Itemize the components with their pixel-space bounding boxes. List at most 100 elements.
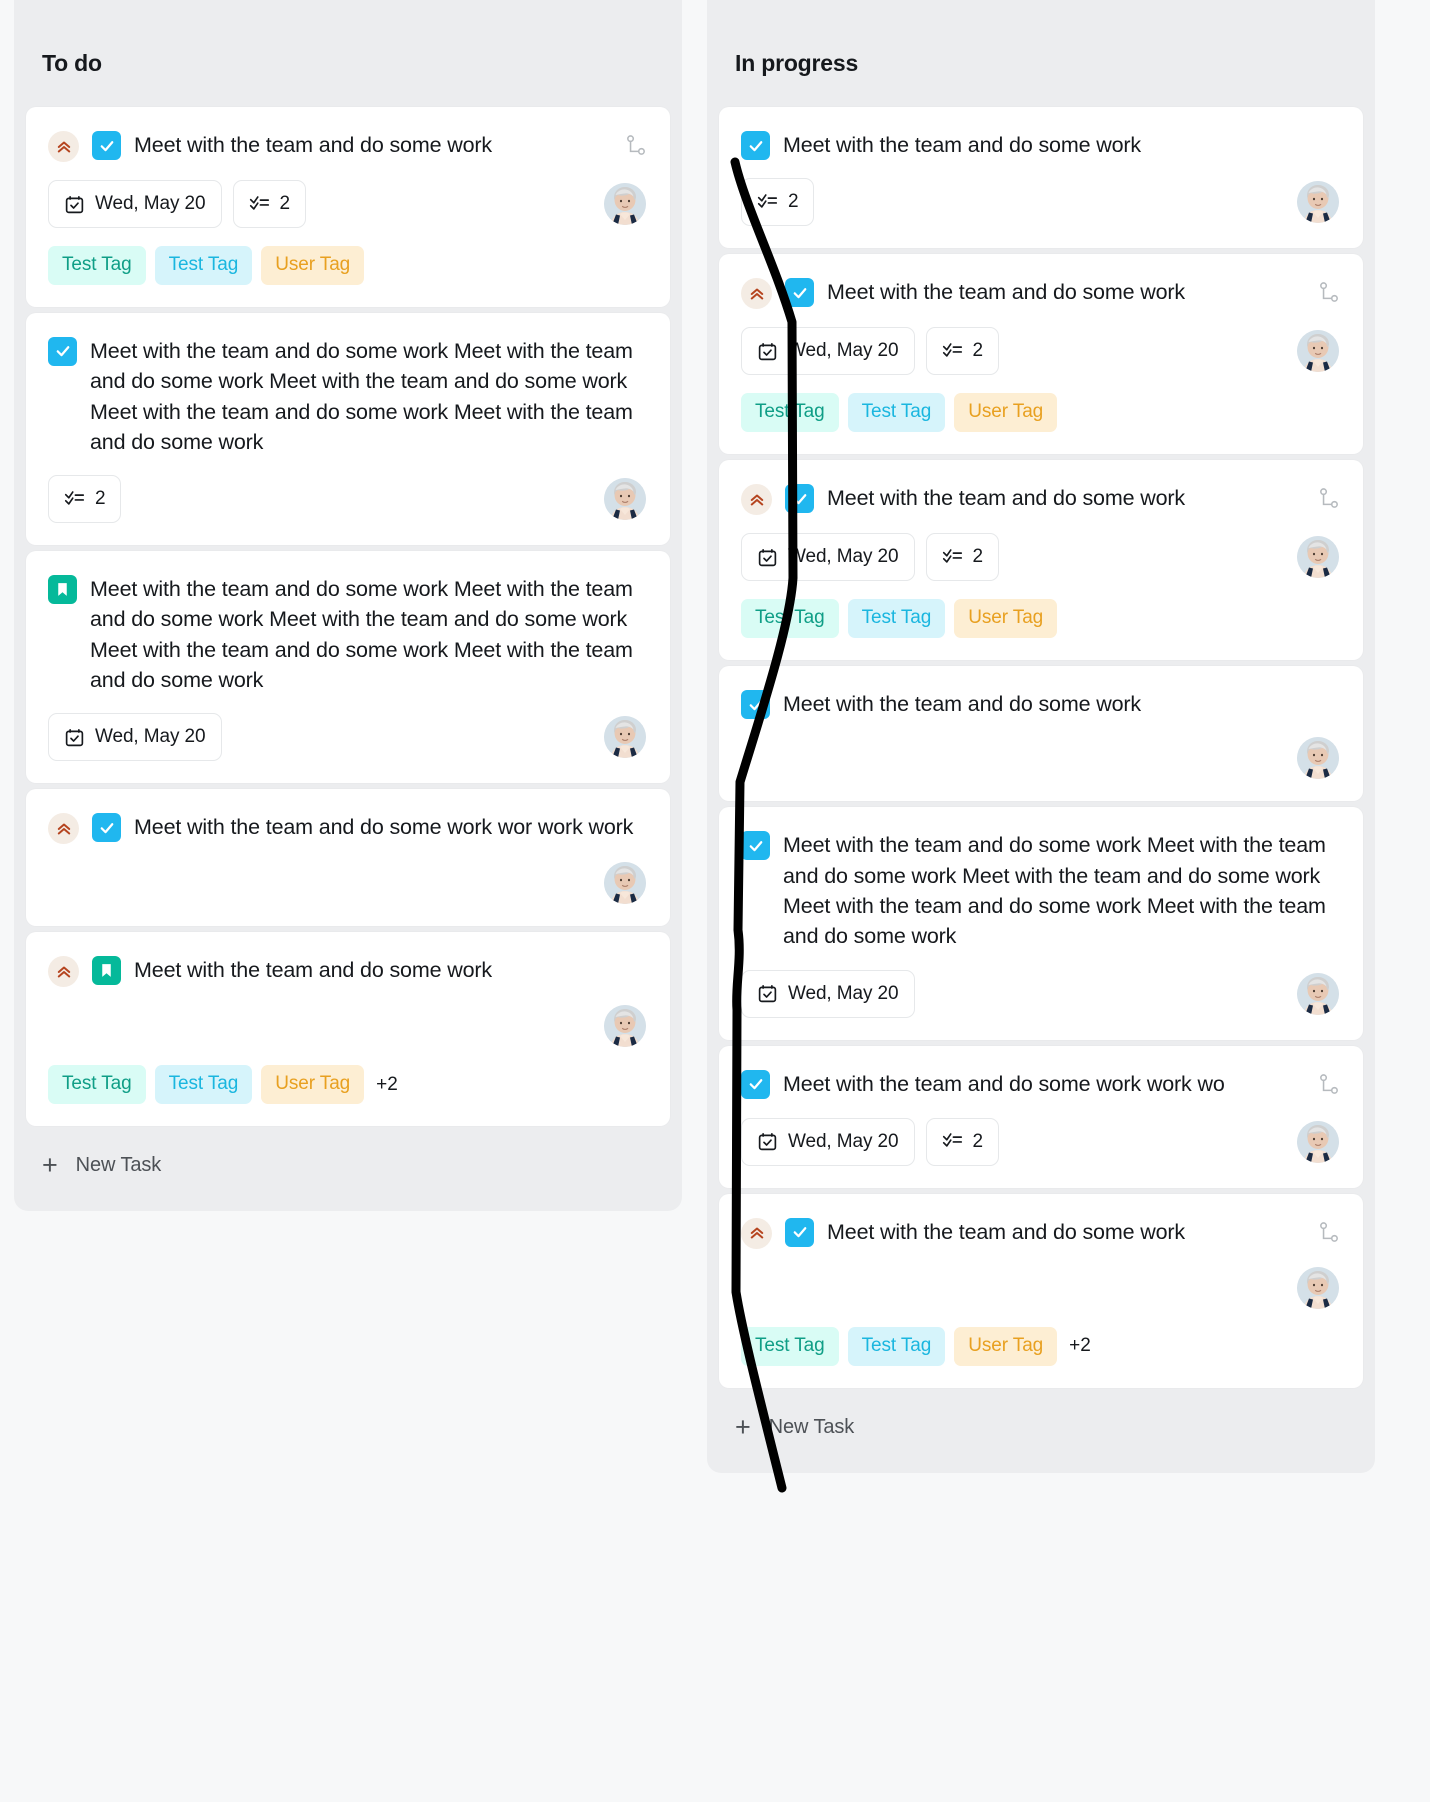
task-card[interactable]: Meet with the team and do some work Wed,… <box>719 460 1363 661</box>
new-task-button[interactable]: + New Task <box>707 1388 1375 1473</box>
due-date-chip[interactable]: Wed, May 20 <box>48 180 222 228</box>
checkbox-checked-icon[interactable] <box>785 278 814 308</box>
checklist-icon <box>249 194 270 215</box>
task-card[interactable]: Meet with the team and do some work Wed,… <box>26 107 670 307</box>
avatar[interactable] <box>604 1005 646 1048</box>
task-card[interactable]: Meet with the team and do some work 2 <box>719 107 1363 249</box>
due-date-label: Wed, May 20 <box>95 726 206 748</box>
task-card[interactable]: Meet with the team and do some work wor … <box>26 789 670 927</box>
due-date-chip[interactable]: Wed, May 20 <box>741 969 915 1018</box>
calendar-icon <box>64 727 85 748</box>
task-card[interactable]: Meet with the team and do some work Test… <box>26 932 670 1127</box>
new-task-button[interactable]: + New Task <box>14 1126 682 1211</box>
checkbox-checked-icon[interactable] <box>785 1217 814 1247</box>
card-avatar-row <box>48 862 646 905</box>
avatar[interactable] <box>604 478 646 521</box>
avatar[interactable] <box>604 183 646 225</box>
avatar[interactable] <box>604 716 646 759</box>
checklist-chip[interactable]: 2 <box>925 327 999 376</box>
task-card[interactable]: Meet with the team and do some work Test… <box>719 1193 1363 1388</box>
tag[interactable]: Test Tag <box>741 393 839 433</box>
checkbox-checked-icon[interactable] <box>741 131 770 160</box>
avatar[interactable] <box>604 862 646 905</box>
checkbox-checked-icon[interactable] <box>741 831 770 861</box>
card-list: Meet with the team and do some work Wed,… <box>14 107 682 1127</box>
card-meta-row: Wed, May 20 2 <box>741 533 1339 582</box>
due-date-chip[interactable]: Wed, May 20 <box>48 713 222 762</box>
calendar-icon <box>757 547 778 568</box>
new-task-label: New Task <box>75 1154 162 1177</box>
tag[interactable]: User Tag <box>954 393 1058 433</box>
due-date-chip[interactable]: Wed, May 20 <box>741 327 915 376</box>
card-meta-row: Wed, May 20 <box>48 713 646 762</box>
card-meta-row: Wed, May 20 <box>741 969 1339 1018</box>
bookmark-icon[interactable] <box>48 575 77 605</box>
card-title-row: Meet with the team and do some work <box>741 1216 1339 1249</box>
tag[interactable]: Test Tag <box>741 599 839 639</box>
subtask-branch-icon[interactable] <box>1319 1073 1339 1100</box>
avatar[interactable] <box>1297 1266 1339 1309</box>
task-card[interactable]: Meet with the team and do some work work… <box>719 1045 1363 1188</box>
tag[interactable]: User Tag <box>954 599 1058 639</box>
tags-overflow-count[interactable]: +2 <box>1069 1335 1091 1357</box>
checklist-count: 2 <box>279 193 291 214</box>
tag[interactable]: Test Tag <box>154 1065 253 1105</box>
column-in-progress: In progress Meet with the team and do so… <box>707 0 1375 1473</box>
tag[interactable]: Test Tag <box>48 246 146 285</box>
card-tags: Test Tag Test Tag User Tag <box>741 393 1339 433</box>
checkbox-checked-icon[interactable] <box>741 690 770 720</box>
task-card[interactable]: Meet with the team and do some work Meet… <box>26 551 670 784</box>
subtask-branch-icon[interactable] <box>1319 488 1339 514</box>
tag[interactable]: Test Tag <box>847 599 946 639</box>
tag[interactable]: Test Tag <box>847 393 946 433</box>
due-date-chip[interactable]: Wed, May 20 <box>741 533 915 582</box>
avatar[interactable] <box>1297 330 1339 373</box>
avatar[interactable] <box>1297 1120 1339 1163</box>
priority-high-icon <box>741 484 772 516</box>
avatar[interactable] <box>1297 737 1339 780</box>
task-card[interactable]: Meet with the team and do some work Meet… <box>26 312 670 546</box>
tag[interactable]: Test Tag <box>154 246 253 285</box>
checklist-chip[interactable]: 2 <box>48 475 122 524</box>
checklist-chip[interactable]: 2 <box>741 178 815 227</box>
checkbox-checked-icon[interactable] <box>785 484 814 514</box>
avatar[interactable] <box>1297 972 1339 1015</box>
checkbox-checked-icon[interactable] <box>741 1069 770 1099</box>
subtask-branch-icon[interactable] <box>1319 1221 1339 1248</box>
task-card[interactable]: Meet with the team and do some work Meet… <box>719 807 1363 1040</box>
checklist-icon <box>942 341 963 362</box>
subtask-branch-icon[interactable] <box>626 135 646 161</box>
tags-overflow-count[interactable]: +2 <box>376 1074 398 1096</box>
card-title-row: Meet with the team and do some work <box>48 129 646 162</box>
column-title: In progress <box>735 50 859 76</box>
checklist-chip[interactable]: 2 <box>925 533 999 582</box>
tag[interactable]: Test Tag <box>48 1065 146 1105</box>
bookmark-icon[interactable] <box>92 956 121 986</box>
task-card[interactable]: Meet with the team and do some work <box>719 666 1363 802</box>
card-meta-row: 2 <box>48 475 646 524</box>
checkbox-checked-icon[interactable] <box>92 131 121 160</box>
card-tags: Test Tag Test Tag User Tag +2 <box>741 1326 1339 1366</box>
checkbox-checked-icon[interactable] <box>92 813 121 843</box>
avatar[interactable] <box>1297 181 1339 224</box>
tag[interactable]: User Tag <box>261 246 365 285</box>
tag[interactable]: User Tag <box>954 1326 1058 1366</box>
task-card[interactable]: Meet with the team and do some work Wed,… <box>719 254 1363 455</box>
checkbox-checked-icon[interactable] <box>48 336 77 366</box>
priority-high-icon <box>48 813 79 845</box>
tag[interactable]: Test Tag <box>741 1326 839 1366</box>
tag[interactable]: User Tag <box>261 1065 365 1105</box>
due-date-chip[interactable]: Wed, May 20 <box>741 1117 915 1166</box>
checklist-chip[interactable]: 2 <box>925 1117 999 1166</box>
checklist-count: 2 <box>788 191 799 213</box>
card-tags: Test Tag Test Tag User Tag +2 <box>48 1065 646 1105</box>
avatar[interactable] <box>1297 536 1339 579</box>
card-meta-row: Wed, May 20 2 <box>741 1117 1339 1166</box>
card-title: Meet with the team and do some work <box>827 486 1186 511</box>
subtask-branch-icon[interactable] <box>1319 282 1339 308</box>
calendar-icon <box>64 194 85 215</box>
column-todo: To do Meet with the team and do some wor… <box>14 0 682 1212</box>
checklist-chip[interactable]: 2 <box>232 180 306 228</box>
tag[interactable]: Test Tag <box>847 1326 946 1366</box>
card-avatar-row <box>48 1005 646 1048</box>
